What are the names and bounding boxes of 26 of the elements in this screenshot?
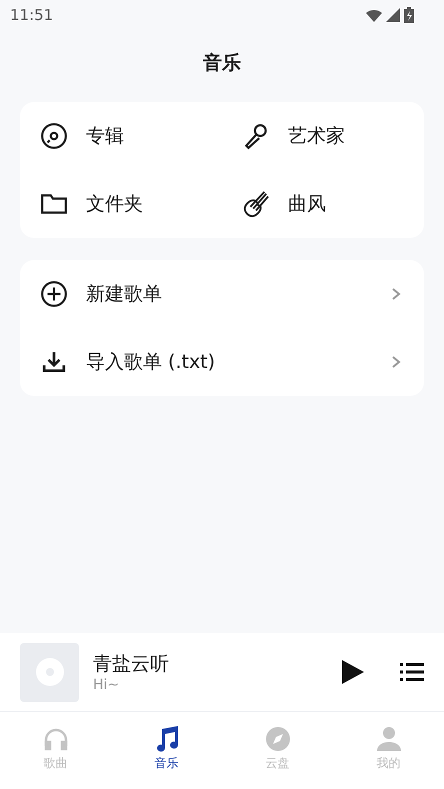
disc-icon <box>40 122 68 150</box>
nav-tab[interactable]: 音乐 <box>111 712 222 789</box>
page-title: 音乐 <box>202 51 242 76</box>
category-item[interactable]: 曲风 <box>222 170 424 238</box>
playlist-action[interactable]: 新建歌单 <box>20 260 424 328</box>
microphone-icon <box>242 122 270 150</box>
compass-icon <box>264 726 290 752</box>
chevron-icon <box>390 287 402 301</box>
playlist-action[interactable]: 导入歌单 (.txt) <box>20 328 424 396</box>
chevron-icon <box>390 355 402 369</box>
guitar-icon <box>242 190 270 218</box>
list-icon[interactable] <box>400 662 424 682</box>
play-icon[interactable] <box>342 660 364 684</box>
wifi-icon <box>366 8 382 22</box>
category-item[interactable]: 文件夹 <box>20 170 222 238</box>
track-title: 青盐云听 <box>93 652 170 677</box>
battery-icon <box>404 7 414 23</box>
plus-circle-icon <box>40 280 68 308</box>
category-item[interactable]: 专辑 <box>20 102 222 170</box>
person-icon <box>376 726 402 752</box>
status-time: 11:51 <box>10 6 54 24</box>
signal-icon <box>386 8 400 22</box>
category-item[interactable]: 艺术家 <box>222 102 424 170</box>
track-subtitle: Hi~ <box>93 677 120 693</box>
download-icon <box>42 350 66 374</box>
headphones-icon <box>42 726 68 752</box>
